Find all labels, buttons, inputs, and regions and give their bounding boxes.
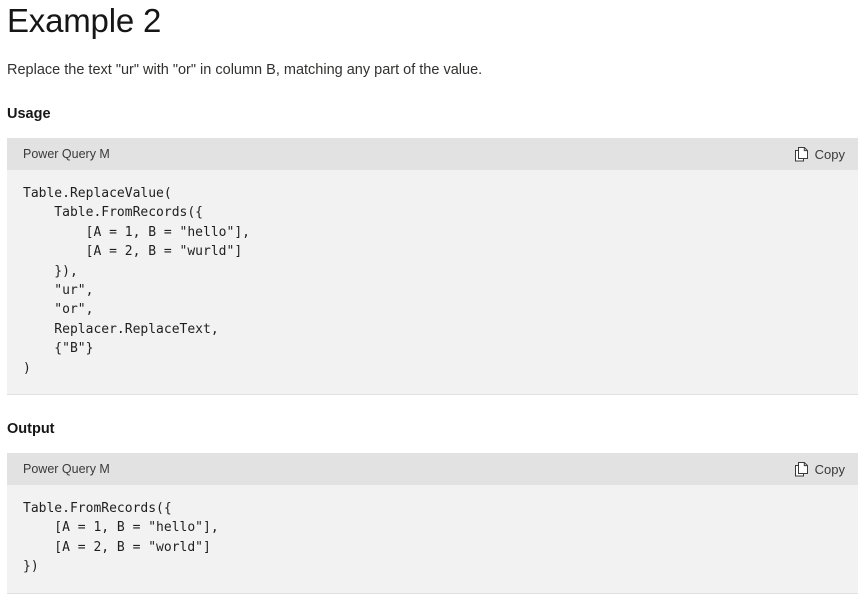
code-language-label: Power Query M	[23, 147, 110, 161]
code-content[interactable]: Table.FromRecords({ [A = 1, B = "hello"]…	[23, 499, 842, 577]
section-heading-usage: Usage	[7, 106, 51, 122]
section-heading-output: Output	[7, 421, 55, 438]
code-block-body: Table.FromRecords({ [A = 1, B = "hello"]…	[7, 485, 858, 593]
copy-icon	[794, 461, 809, 477]
page-title: Example 2	[7, 2, 162, 39]
code-language-label: Power Query M	[23, 462, 110, 477]
code-block-usage: Power Query M Copy Table.ReplaceValue( T…	[7, 138, 858, 396]
code-block-output: Power Query M Copy Table.FromRecords({ […	[7, 453, 858, 594]
copy-button[interactable]: Copy	[794, 461, 845, 477]
copy-button-label: Copy	[814, 461, 845, 477]
copy-button-label: Copy	[814, 146, 845, 162]
copy-icon	[794, 146, 809, 162]
code-block-header: Power Query M Copy	[7, 453, 858, 486]
code-block-header: Power Query M Copy	[7, 138, 858, 170]
code-block-body: Table.ReplaceValue( Table.FromRecords({ …	[7, 170, 858, 394]
page-description: Replace the text "ur" with "or" in colum…	[7, 62, 483, 78]
article-page: Example 2 Replace the text "ur" with "or…	[0, 0, 865, 594]
copy-button[interactable]: Copy	[794, 146, 845, 162]
code-content[interactable]: Table.ReplaceValue( Table.FromRecords({ …	[23, 184, 842, 378]
